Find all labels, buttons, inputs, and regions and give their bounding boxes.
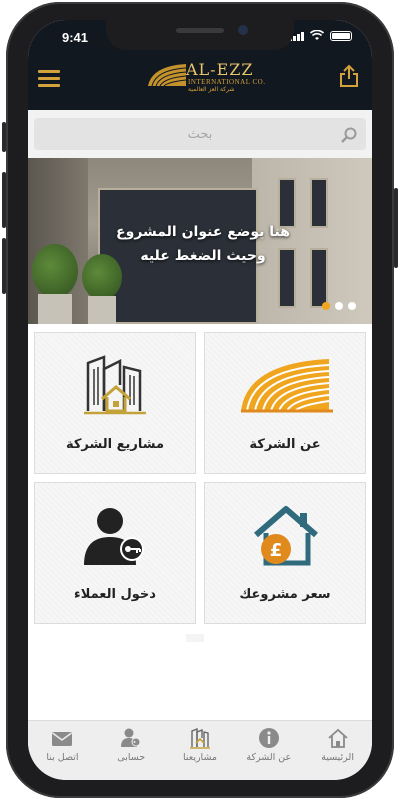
buildings-icon [190, 727, 210, 749]
logo-arabic-subtitle: شركة العز العالمية [188, 86, 235, 93]
house-price-icon: £ [254, 506, 318, 566]
project-banner-carousel[interactable]: هنا يوضع عنوان المشروع وحيث الضغط عليه [28, 158, 372, 324]
tab-home[interactable]: الرئيسية [303, 721, 372, 780]
app-screen: 9:41 AL-EZZ INTERNATIONAL CO. شركة العز … [28, 20, 372, 780]
tab-contact[interactable]: اتصل بنا [28, 721, 97, 780]
project-price-card[interactable]: £ سعر مشروعك [204, 482, 366, 624]
carousel-dot[interactable] [322, 302, 330, 310]
front-camera [238, 25, 248, 35]
banner-title-line1: هنا يوضع عنوان المشروع [116, 224, 290, 240]
tab-projects-label: مشاريعنا [182, 752, 218, 763]
tab-projects[interactable]: مشاريعنا [166, 721, 235, 780]
speaker [176, 28, 224, 33]
mail-icon [52, 732, 73, 746]
company-projects-label: مشاريع الشركة [65, 437, 165, 452]
hamburger-menu-icon[interactable] [38, 70, 60, 87]
battery-icon [330, 30, 352, 41]
client-login-label: دخول العملاء [74, 587, 156, 602]
tab-about-label: عن الشركة [246, 752, 292, 763]
wifi-icon [310, 30, 324, 40]
home-icon [327, 728, 348, 748]
status-icons [289, 30, 352, 41]
about-company-label: عن الشركة [249, 437, 321, 452]
banner-title[interactable]: هنا يوضع عنوان المشروع وحيث الضغط عليه [88, 220, 318, 268]
about-company-card[interactable]: عن الشركة [204, 332, 366, 474]
tab-about[interactable]: عن الشركة [234, 721, 303, 780]
bottom-tab-bar: الرئيسية عن الشركة مشاريعنا حسابى اتصل ب… [28, 720, 372, 780]
banner-plant [32, 244, 78, 298]
buildings-icon [84, 355, 146, 415]
search-input[interactable] [34, 118, 366, 150]
banner-pot [88, 296, 116, 324]
home-menu-grid: عن الشركة مشاريع الشركة £ سعر مشروعك دخو… [34, 332, 366, 624]
app-header: AL-EZZ INTERNATIONAL CO. شركة العز العال… [28, 52, 372, 110]
project-price-label: سعر مشروعك [239, 587, 331, 602]
account-icon [121, 728, 141, 747]
tab-contact-label: اتصل بنا [46, 752, 79, 763]
logo-mark-icon [148, 64, 187, 87]
user-key-icon [84, 508, 144, 565]
banner-title-line2: وحيث الضغط عليه [140, 248, 266, 264]
svg-text:£: £ [270, 540, 283, 561]
share-icon[interactable] [338, 64, 360, 88]
scroll-indicator [186, 634, 204, 642]
mute-switch [2, 122, 6, 152]
search-bar [28, 110, 372, 158]
company-projects-card[interactable]: مشاريع الشركة [34, 332, 196, 474]
status-time: 9:41 [62, 30, 89, 45]
tab-account-label: حسابى [117, 752, 146, 763]
tab-home-label: الرئيسية [321, 752, 354, 763]
carousel-dot[interactable] [335, 302, 343, 310]
carousel-dots [322, 302, 356, 310]
carousel-dot[interactable] [348, 302, 356, 310]
search-icon[interactable] [340, 126, 358, 144]
tab-account[interactable]: حسابى [97, 721, 166, 780]
power-button [394, 188, 398, 268]
volume-down-button [2, 238, 6, 294]
logo-subtitle: INTERNATIONAL CO. [188, 78, 266, 86]
notch [106, 20, 294, 50]
company-logo-icon [241, 359, 333, 413]
client-login-card[interactable]: دخول العملاء [34, 482, 196, 624]
brand-logo: AL-EZZ INTERNATIONAL CO. شركة العز العال… [146, 58, 265, 93]
volume-up-button [2, 172, 6, 228]
logo-text: AL-EZZ [186, 60, 254, 79]
banner-pot [38, 294, 72, 324]
info-icon [258, 728, 279, 748]
